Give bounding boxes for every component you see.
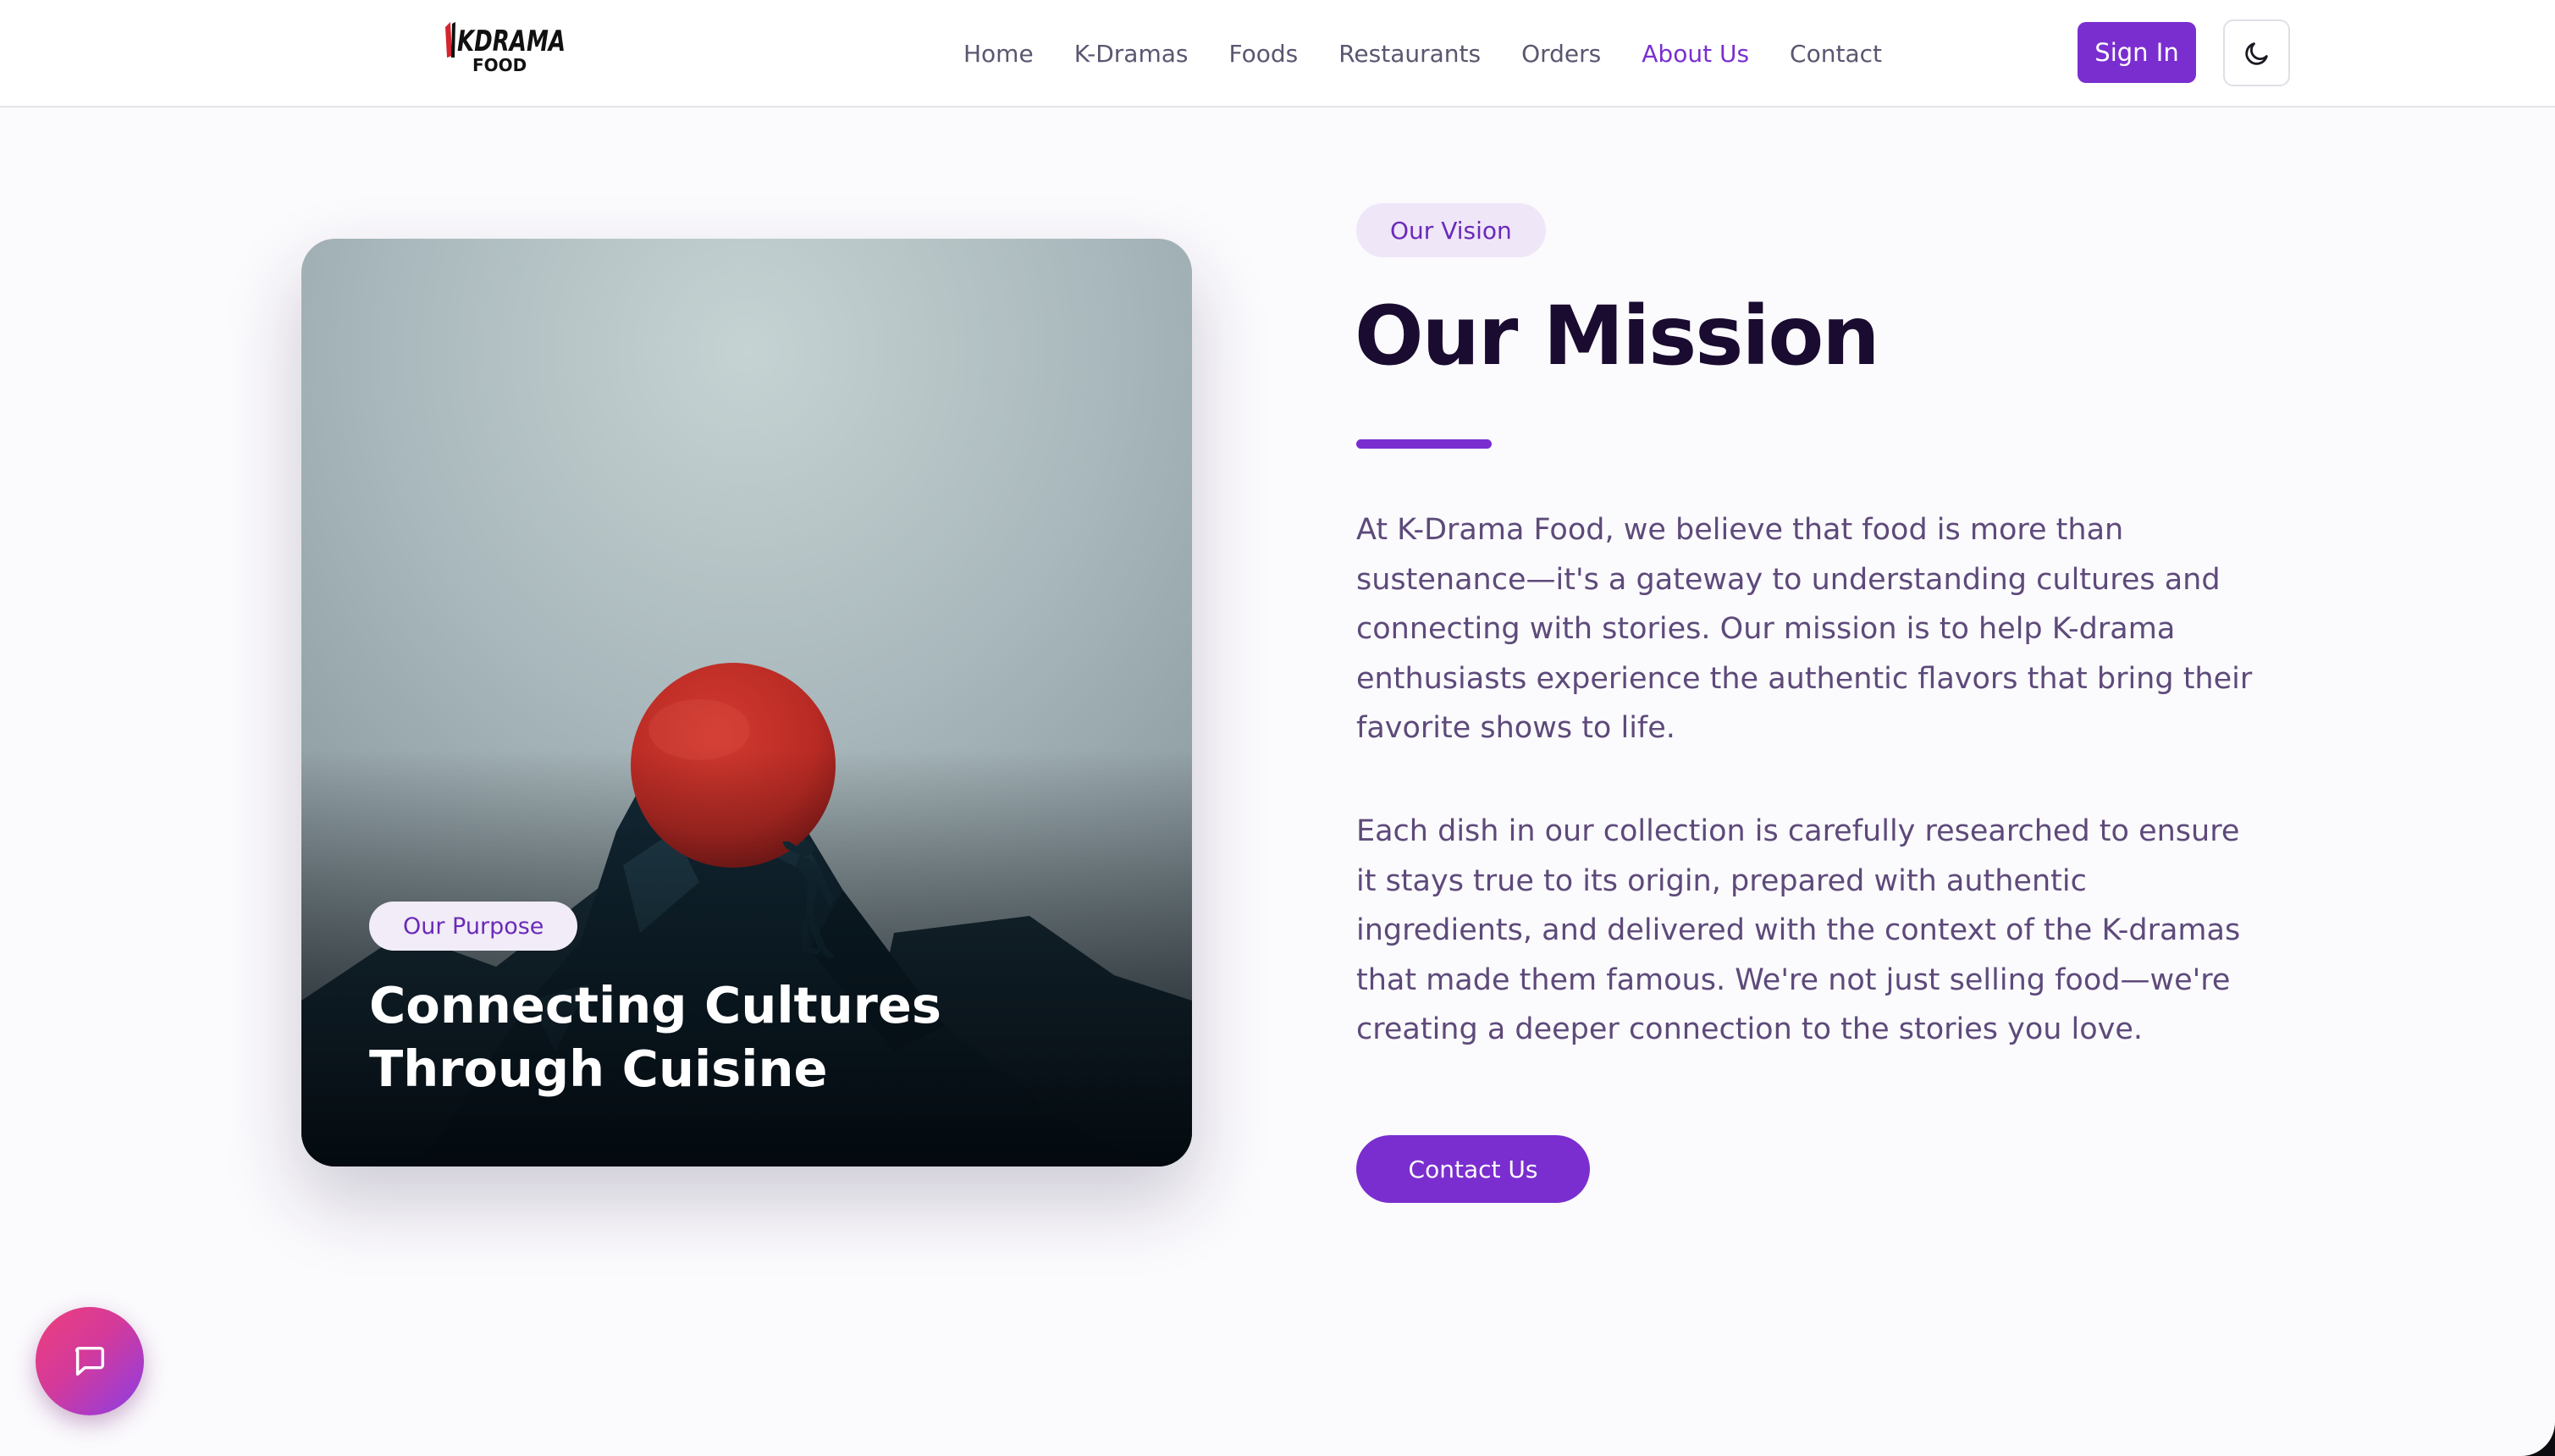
vision-badge: Our Vision: [1356, 203, 1546, 257]
sign-in-button[interactable]: Sign In: [2078, 22, 2196, 83]
chat-bubble-icon: [74, 1346, 105, 1376]
chat-button[interactable]: [36, 1307, 144, 1415]
mission-paragraph-2: Each dish in our collection is carefully…: [1356, 814, 2241, 1047]
moon-icon: [2244, 41, 2268, 65]
nav-link-about-us[interactable]: About Us: [1642, 40, 1749, 68]
theme-toggle-button[interactable]: [2223, 19, 2290, 86]
nav-link-restaurants[interactable]: Restaurants: [1338, 40, 1481, 68]
about-page: KDRAMA FOOD Home K-Dramas Foods Restaura…: [0, 0, 2555, 1456]
contact-us-button[interactable]: Contact Us: [1356, 1135, 1590, 1203]
nav-link-k-dramas[interactable]: K-Dramas: [1074, 40, 1189, 68]
nav-link-contact[interactable]: Contact: [1790, 40, 1882, 68]
card-title: Connecting Cultures Through Cuisine: [369, 976, 941, 1098]
page-title: Our Mission: [1355, 289, 1880, 383]
logo-text: KDRAMA: [457, 25, 566, 58]
logo-subtext: FOOD: [472, 55, 527, 75]
logo-mark: KDRAMA FOOD: [445, 22, 566, 75]
logo[interactable]: KDRAMA FOOD: [442, 19, 569, 78]
title-underline: [1356, 439, 1492, 449]
purpose-badge: Our Purpose: [369, 902, 578, 951]
primary-nav: Home K-Dramas Foods Restaurants Orders A…: [963, 34, 1882, 73]
top-navbar: KDRAMA FOOD Home K-Dramas Foods Restaura…: [0, 0, 2555, 108]
nav-link-home[interactable]: Home: [963, 40, 1034, 68]
purpose-card: Our Purpose Connecting Cultures Through …: [301, 239, 1192, 1166]
mission-paragraph-1: At K-Drama Food, we believe that food is…: [1356, 513, 2253, 746]
nav-link-orders[interactable]: Orders: [1521, 40, 1601, 68]
nav-link-foods[interactable]: Foods: [1228, 40, 1298, 68]
